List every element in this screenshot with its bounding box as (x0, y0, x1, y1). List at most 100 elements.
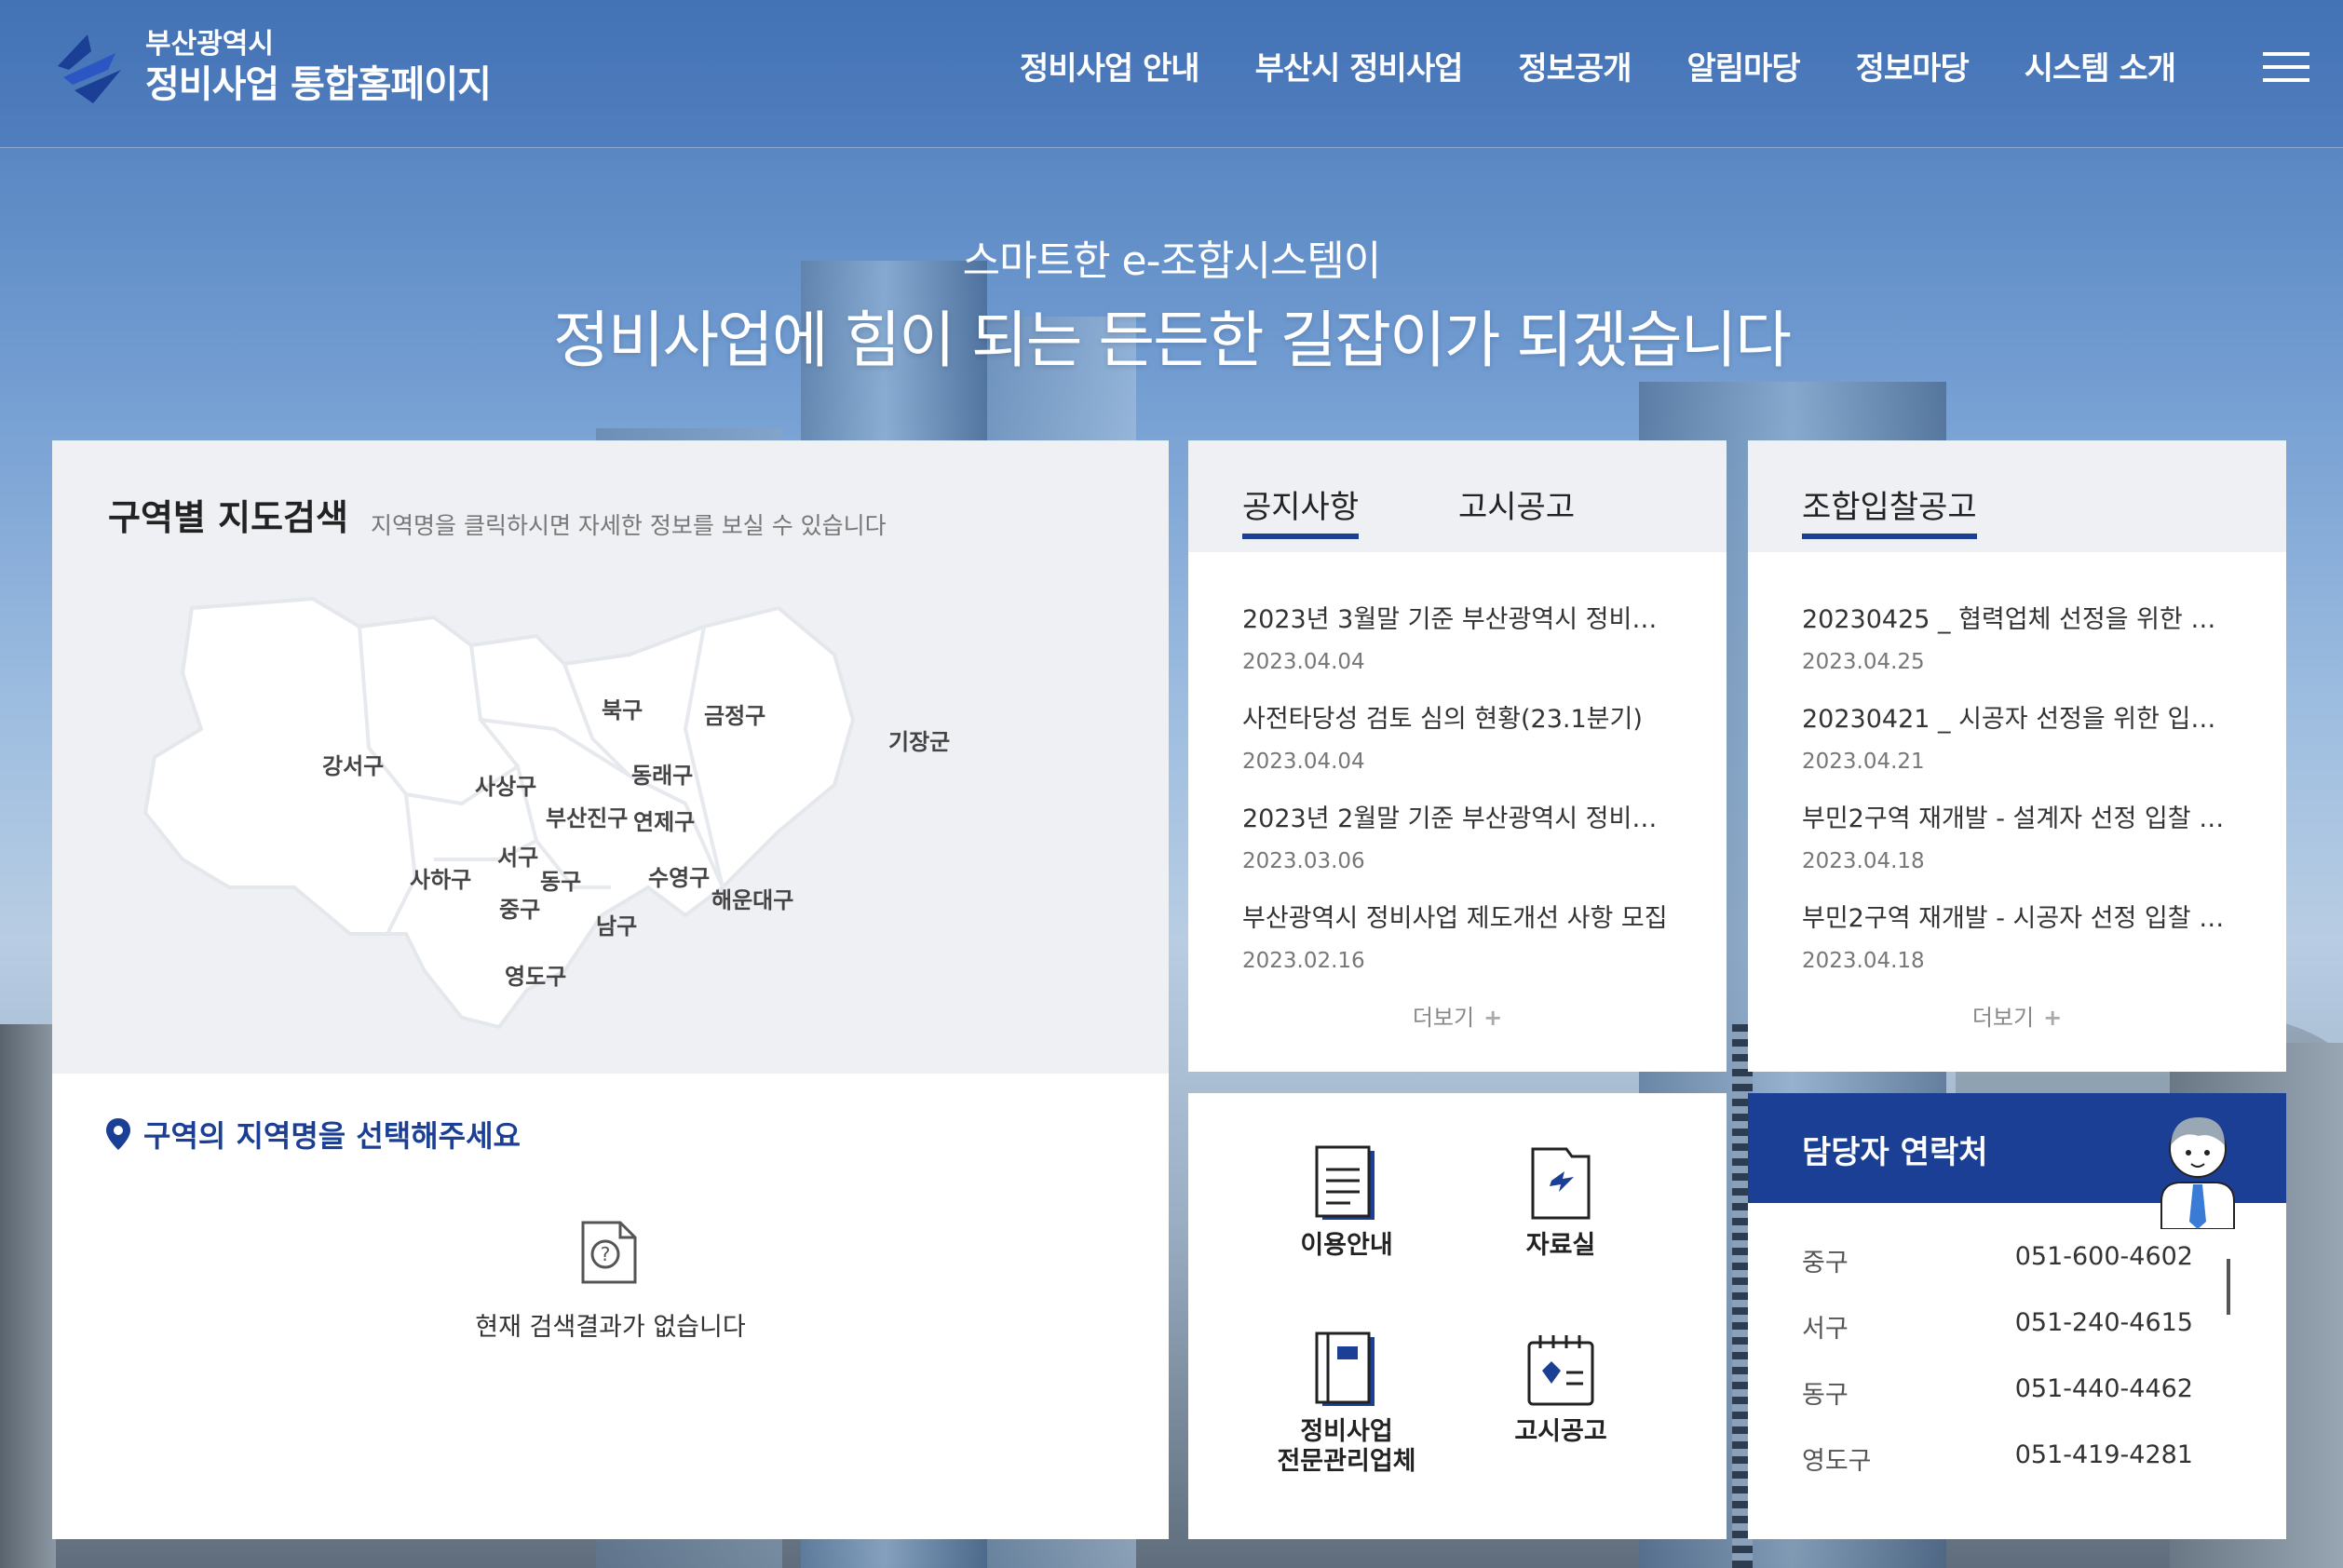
logo-subtitle: 부산광역시 (145, 28, 274, 61)
contact-district: 서구 (1802, 1315, 1849, 1344)
plus-icon: + (2043, 1005, 2063, 1031)
region-gangseogu[interactable]: 강서구 (322, 748, 384, 780)
notice-more-link[interactable]: 더보기 + (1188, 999, 1727, 1032)
list-item-title: 20230425 _ 협력업체 선정을 위한 입찰 … (1802, 605, 2230, 634)
nav-item-system[interactable]: 시스템 소개 (2025, 43, 2176, 88)
contact-row: 중구 051-600-4602 (1802, 1242, 2193, 1308)
contact-list[interactable]: 중구 051-600-4602 서구 051-240-4615 동구 051-4… (1802, 1242, 2193, 1471)
map-description: 지역명을 클릭하시면 자세한 정보를 보실 수 있습니다 (371, 512, 887, 539)
more-label: 더보기 (1412, 1005, 1475, 1031)
main-nav: 정비사업 안내 부산시 정비사업 정보공개 알림마당 정보마당 시스템 소개 (1020, 43, 2176, 88)
list-item[interactable]: 사전타당성 검토 심의 현황(23.1분기) 2023.04.04 (1242, 698, 1671, 798)
more-label: 더보기 (1971, 1005, 2035, 1031)
region-busanjingu[interactable]: 부산진구 (546, 800, 628, 832)
quick-links-panel: 이용안내 자료실 정비사업 전문관리업체 고시공고 (1188, 1093, 1727, 1539)
region-gijanggun[interactable]: 기장군 (888, 723, 950, 756)
list-item-date: 2023.04.25 (1802, 650, 1925, 674)
region-suyeonggu[interactable]: 수영구 (648, 859, 710, 892)
svg-text:?: ? (601, 1243, 611, 1265)
contact-row: 영도구 051-419-4281 (1802, 1440, 2193, 1471)
nav-item-busan-projects[interactable]: 부산시 정비사업 (1255, 43, 1464, 88)
list-item[interactable]: 부민2구역 재개발 - 시공자 선정 입찰 공… 2023.04.18 (1802, 898, 2230, 997)
hamburger-icon[interactable] (2263, 52, 2309, 86)
quick-link-archive[interactable]: 자료실 (1468, 1143, 1654, 1261)
list-item-date: 2023.04.18 (1802, 949, 1925, 973)
quick-link-label: 자료실 (1525, 1231, 1596, 1260)
nav-item-disclosure[interactable]: 정보공개 (1518, 43, 1632, 88)
calendar-notice-icon (1527, 1335, 1594, 1406)
contact-panel: 담당자 연락처 중구 051-600-4602 서구 051-240-4615 … (1748, 1093, 2286, 1539)
list-item[interactable]: 2023년 3월말 기준 부산광역시 정비사… 2023.04.04 (1242, 599, 1671, 698)
quick-link-label-line2: 전문관리업체 (1277, 1447, 1416, 1476)
region-sasanggu[interactable]: 사상구 (475, 768, 536, 801)
region-select-prompt: 구역의 지역명을 선택해주세요 (106, 1113, 521, 1156)
list-item[interactable]: 부산광역시 정비사업 제도개선 사항 모집 2023.02.16 (1242, 898, 1671, 997)
list-item[interactable]: 20230421 _ 시공자 선정을 위한 입찰 공고 2023.04.21 (1802, 698, 2230, 798)
region-namgu[interactable]: 남구 (596, 908, 637, 940)
region-yeongdogu[interactable]: 영도구 (505, 958, 566, 991)
region-geumjeonggu[interactable]: 금정구 (704, 697, 765, 730)
select-prompt-text: 구역의 지역명을 선택해주세요 (143, 1118, 521, 1154)
site-header: 부산광역시 정비사업 통합홈페이지 정비사업 안내 부산시 정비사업 정보공개 … (0, 0, 2343, 148)
plus-icon: + (1483, 1005, 1503, 1031)
contact-header: 담당자 연락처 (1748, 1093, 2286, 1229)
contact-title: 담당자 연락처 (1802, 1134, 1988, 1171)
contact-district: 영도구 (1802, 1447, 1872, 1471)
bid-more-link[interactable]: 더보기 + (1748, 999, 2286, 1032)
list-item-title: 20230421 _ 시공자 선정을 위한 입찰 공고 (1802, 705, 2230, 734)
tab-announcement[interactable]: 고시공고 (1458, 481, 1575, 527)
region-dongnaegu[interactable]: 동래구 (631, 757, 693, 790)
busan-district-map[interactable] (127, 580, 1132, 1046)
region-seogu[interactable]: 서구 (497, 839, 538, 872)
list-item-title: 부민2구역 재개발 - 설계자 선정 입찰 공… (1802, 804, 2230, 833)
contact-row: 서구 051-240-4615 (1802, 1308, 2193, 1374)
notice-tabs: 공지사항 고시공고 (1188, 440, 1727, 552)
busan-logo-icon (58, 34, 121, 103)
quick-link-label: 고시공고 (1514, 1417, 1607, 1446)
bid-list: 20230425 _ 협력업체 선정을 위한 입찰 … 2023.04.25 2… (1802, 599, 2230, 997)
folder-icon (1531, 1147, 1591, 1220)
quick-link-announcement[interactable]: 고시공고 (1468, 1330, 1654, 1447)
region-yeonjegu[interactable]: 연제구 (633, 804, 695, 836)
notice-panel: 공지사항 고시공고 2023년 3월말 기준 부산광역시 정비사… 2023.0… (1188, 440, 1727, 1072)
site-logo[interactable]: 부산광역시 정비사업 통합홈페이지 (50, 28, 492, 108)
list-item-date: 2023.04.21 (1802, 750, 1925, 774)
list-item[interactable]: 20230425 _ 협력업체 선정을 위한 입찰 … 2023.04.25 (1802, 599, 2230, 698)
region-sahagu[interactable]: 사하구 (410, 861, 471, 894)
region-junggu[interactable]: 중구 (499, 891, 540, 924)
contact-phone: 051-419-4281 (2014, 1440, 2193, 1469)
document-icon (1315, 1145, 1375, 1220)
contact-phone: 051-440-4462 (2014, 1374, 2193, 1403)
list-item-date: 2023.03.06 (1242, 849, 1365, 873)
region-haeundaegu[interactable]: 해운대구 (711, 882, 793, 914)
list-item-date: 2023.02.16 (1242, 949, 1365, 973)
list-item-date: 2023.04.04 (1242, 650, 1365, 674)
map-area: 구역별 지도검색 지역명을 클릭하시면 자세한 정보를 보실 수 있습니다 북구… (52, 440, 1169, 1074)
empty-result-text: 현재 검색결과가 없습니다 (475, 1313, 746, 1342)
bid-panel: 조합입찰공고 20230425 _ 협력업체 선정을 위한 입찰 … 2023.… (1748, 440, 2286, 1072)
notice-list: 2023년 3월말 기준 부산광역시 정비사… 2023.04.04 사전타당성… (1242, 599, 1671, 997)
tab-notice[interactable]: 공지사항 (1242, 481, 1360, 539)
contact-phone: 051-240-4615 (2014, 1308, 2193, 1337)
question-document-icon: ? (581, 1221, 637, 1284)
quick-link-guide[interactable]: 이용안내 (1253, 1143, 1440, 1261)
list-item-title: 부산광역시 정비사업 제도개선 사항 모집 (1242, 904, 1668, 933)
nav-item-info[interactable]: 정보마당 (1856, 43, 1970, 88)
nav-item-guide[interactable]: 정비사업 안내 (1020, 43, 1200, 88)
nav-item-notices[interactable]: 알림마당 (1687, 43, 1801, 88)
region-donggu[interactable]: 동구 (540, 863, 581, 896)
list-item[interactable]: 부민2구역 재개발 - 설계자 선정 입찰 공… 2023.04.18 (1802, 798, 2230, 898)
location-pin-icon (106, 1118, 130, 1150)
map-title: 구역별 지도검색 (108, 497, 348, 538)
list-item-date: 2023.04.04 (1242, 750, 1365, 774)
list-item[interactable]: 2023년 2월말 기준 부산광역시 정비사… 2023.03.06 (1242, 798, 1671, 898)
logo-title: 정비사업 통합홈페이지 (145, 63, 492, 106)
list-item-title: 2023년 2월말 기준 부산광역시 정비사… (1242, 804, 1671, 833)
quick-link-management-firms[interactable]: 정비사업 전문관리업체 (1253, 1330, 1440, 1477)
region-bukgu[interactable]: 북구 (602, 692, 643, 724)
bid-tabs: 조합입찰공고 (1748, 440, 2286, 552)
quick-link-label: 이용안내 (1300, 1231, 1393, 1260)
contact-scrollbar[interactable] (2227, 1259, 2230, 1315)
map-search-panel: 구역별 지도검색 지역명을 클릭하시면 자세한 정보를 보실 수 있습니다 북구… (52, 440, 1169, 1539)
tab-bid[interactable]: 조합입찰공고 (1802, 481, 1977, 539)
